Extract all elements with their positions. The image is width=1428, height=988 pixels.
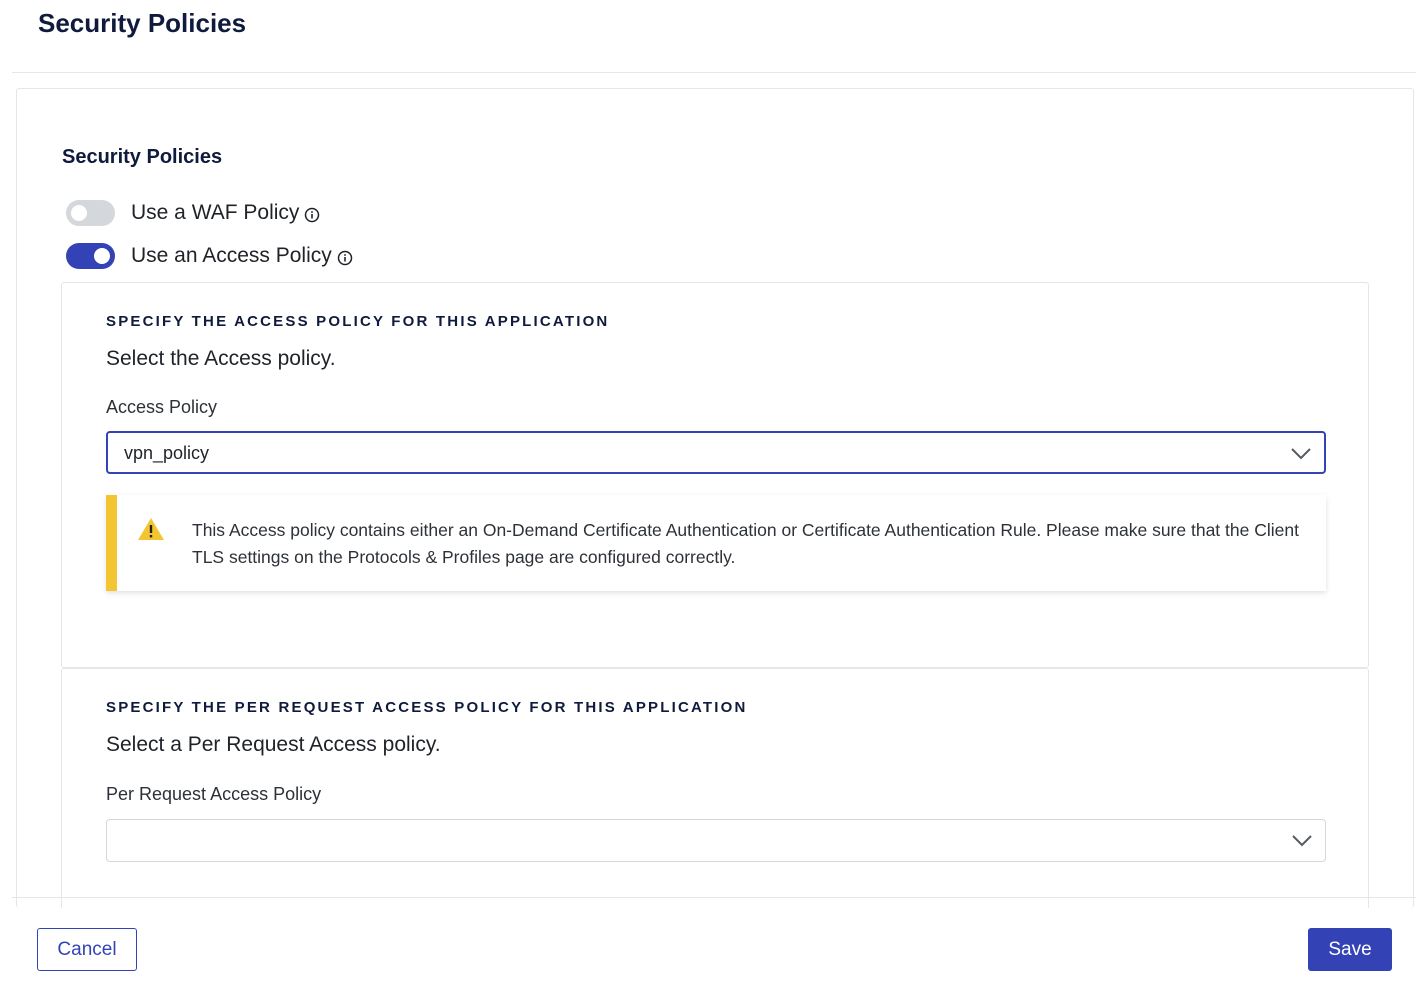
waf-policy-label: Use a WAF Policy [131,201,300,224]
per-request-policy-panel: SPECIFY THE PER REQUEST ACCESS POLICY FO… [61,668,1369,908]
access-policy-panel: SPECIFY THE ACCESS POLICY FOR THIS APPLI… [61,282,1369,668]
access-policy-field-label: Access Policy [106,397,218,417]
section-title: Security Policies [62,146,223,168]
per-request-policy-description: Select a Per Request Access policy. [106,733,441,756]
per-request-policy-select[interactable] [106,819,1326,862]
page-title: Security Policies [38,8,247,38]
access-policy-toggle[interactable] [66,243,115,269]
alert-message: This Access policy contains either an On… [192,520,1299,567]
footer-divider [12,897,1416,898]
chevron-down-icon [1292,835,1312,847]
toggle-knob [71,205,87,221]
access-policy-selected-value: vpn_policy [124,443,210,463]
header-divider [12,72,1416,73]
save-button[interactable]: Save [1308,928,1392,971]
waf-policy-row: Use a WAF Policy [66,199,320,227]
warning-icon [138,518,164,540]
access-policy-row: Use an Access Policy [66,242,353,270]
per-request-policy-field-label: Per Request Access Policy [106,784,322,804]
chevron-down-icon [1291,448,1311,460]
waf-policy-toggle[interactable] [66,200,115,226]
info-icon[interactable] [304,207,320,223]
access-policy-description: Select the Access policy. [106,347,336,370]
access-policy-label: Use an Access Policy [131,244,332,267]
per-request-policy-heading: SPECIFY THE PER REQUEST ACCESS POLICY FO… [106,699,748,716]
access-policy-select[interactable]: vpn_policy [106,431,1326,474]
cancel-button[interactable]: Cancel [37,928,137,971]
certificate-warning-alert: This Access policy contains either an On… [106,495,1326,591]
toggle-knob [94,248,110,264]
access-policy-heading: SPECIFY THE ACCESS POLICY FOR THIS APPLI… [106,313,610,330]
page-header: Security Policies [0,0,1428,74]
security-policies-card: Security Policies Use a WAF Policy Use a… [16,88,1414,908]
info-icon[interactable] [337,250,353,266]
